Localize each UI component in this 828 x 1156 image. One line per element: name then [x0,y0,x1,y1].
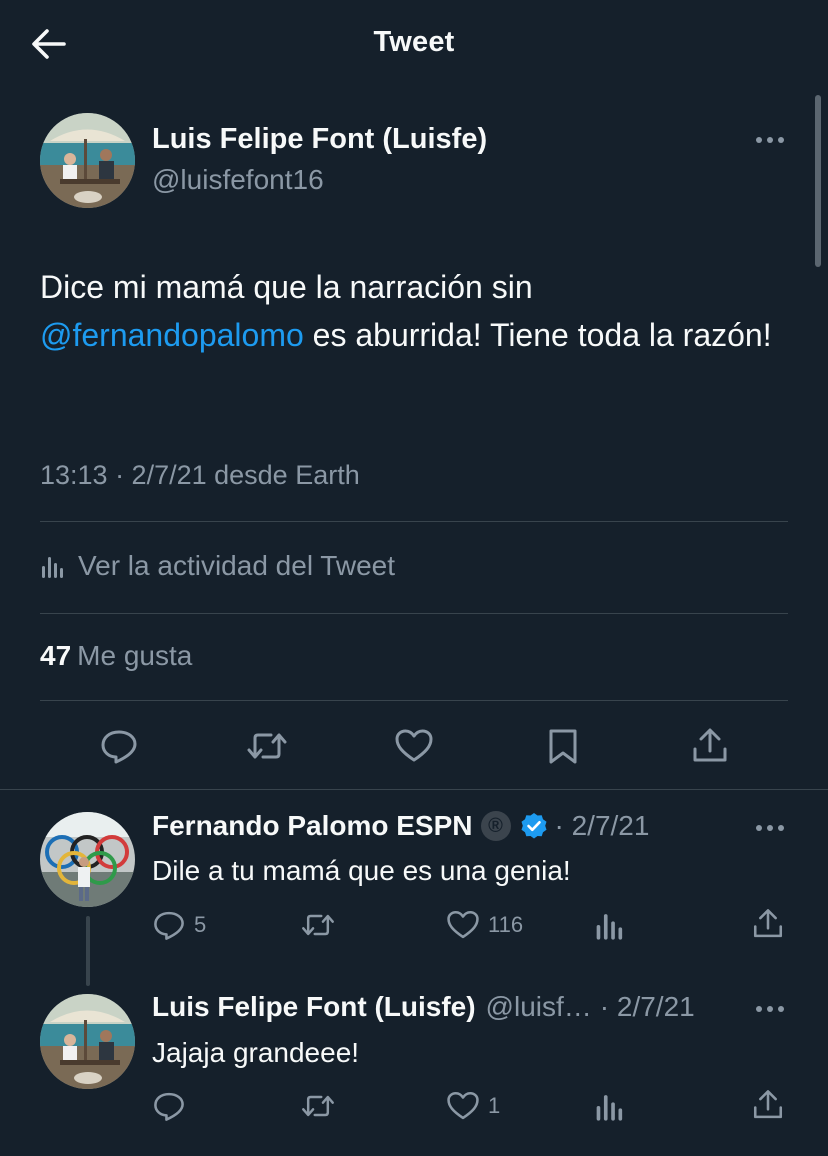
verified-badge-icon [521,813,546,839]
reply-icon [154,1092,184,1121]
analytics-icon [42,557,63,578]
avatar-photo [40,994,135,1089]
retweet-icon [302,914,334,936]
analytics-button[interactable] [594,1089,626,1123]
retweet-icon [247,733,287,759]
likes-summary[interactable]: 47 Me gusta [40,640,192,672]
avatar[interactable] [40,113,135,208]
reply-button[interactable] [152,1089,186,1123]
like-button[interactable] [394,726,434,766]
reply-count: 5 [194,912,207,937]
reply-icon [154,911,184,940]
reply-text: Dile a tu mamá que es una genia! [152,855,571,886]
share-button[interactable] [690,726,730,766]
reply-icon [101,730,137,764]
reply-button[interactable]: 5 [152,908,206,942]
registered-badge: ® [480,811,511,841]
like-button[interactable]: 1 [446,1089,500,1123]
share-button[interactable] [751,907,785,941]
thread-line [86,916,90,986]
share-icon [693,728,727,762]
share-icon [753,909,783,938]
divider [40,613,788,614]
tweet-detail-page: Tweet Luis Felipe Font (Luisfe) @luisfef… [0,0,828,1156]
more-options-button[interactable] [753,816,787,840]
mention-link[interactable]: @fernandopalomo [40,317,304,353]
tweet-timestamp[interactable]: 13:13 · 2/7/21 desde Earth [40,460,360,491]
author-name[interactable]: Luis Felipe Font (Luisfe) [152,123,487,156]
tweet-text: Dice mi mamá que la narración sin @ferna… [40,263,790,359]
share-icon [753,1090,783,1119]
like-icon [395,729,433,762]
reply-author-name[interactable]: Luis Felipe Font (Luisfe) [152,991,476,1023]
scrollbar[interactable] [815,95,821,267]
analytics-icon [596,1095,623,1121]
more-options-button[interactable] [753,128,787,152]
author-handle[interactable]: @luisfefont16 [152,164,324,196]
reply-text: Jajaja grandeee! [152,1037,360,1068]
avatar[interactable] [40,994,135,1089]
bookmark-button[interactable] [543,726,583,766]
more-icon [756,825,784,831]
retweet-button[interactable] [300,908,336,942]
retweet-button[interactable] [300,1089,336,1123]
like-count: 1 [488,1093,501,1118]
more-icon [756,1006,784,1012]
activity-label: Ver la actividad del Tweet [78,550,396,581]
retweet-button[interactable] [245,726,287,766]
tweet-text-part: es aburrida! Tiene toda la razón! [303,317,772,353]
top-bar: Tweet [0,0,828,92]
bookmark-icon [549,729,577,764]
likes-count: 47 [40,640,72,671]
reply-date[interactable]: · 2/7/21 [555,810,650,842]
like-icon [447,910,479,939]
share-button[interactable] [751,1088,785,1122]
reply-author-handle[interactable]: @luisf… [486,991,592,1023]
view-activity-link[interactable]: Ver la actividad del Tweet [40,546,395,586]
divider [40,521,788,522]
reply-header: Fernando Palomo ESPN ® · 2/7/21 [152,810,649,842]
divider [0,789,828,790]
reply-button[interactable] [99,726,139,766]
reply-author-name[interactable]: Fernando Palomo ESPN [152,810,473,842]
avatar-photo [40,113,135,208]
reply-date[interactable]: · 2/7/21 [600,991,695,1023]
divider [40,700,788,701]
reply-header: Luis Felipe Font (Luisfe) @luisf… · 2/7/… [152,991,695,1023]
retweet-icon [302,1095,334,1117]
like-button[interactable]: 116 [446,908,523,942]
like-icon [447,1091,479,1120]
analytics-icon [596,914,623,940]
avatar-photo [40,812,135,907]
analytics-button[interactable] [594,908,626,942]
likes-label: Me gusta [77,640,193,671]
like-count: 116 [488,912,524,937]
avatar[interactable] [40,812,135,907]
tweet-text-part: Dice mi mamá que la narración sin [40,269,533,305]
more-options-button[interactable] [753,997,787,1021]
more-icon [756,137,784,143]
page-title: Tweet [373,26,455,58]
